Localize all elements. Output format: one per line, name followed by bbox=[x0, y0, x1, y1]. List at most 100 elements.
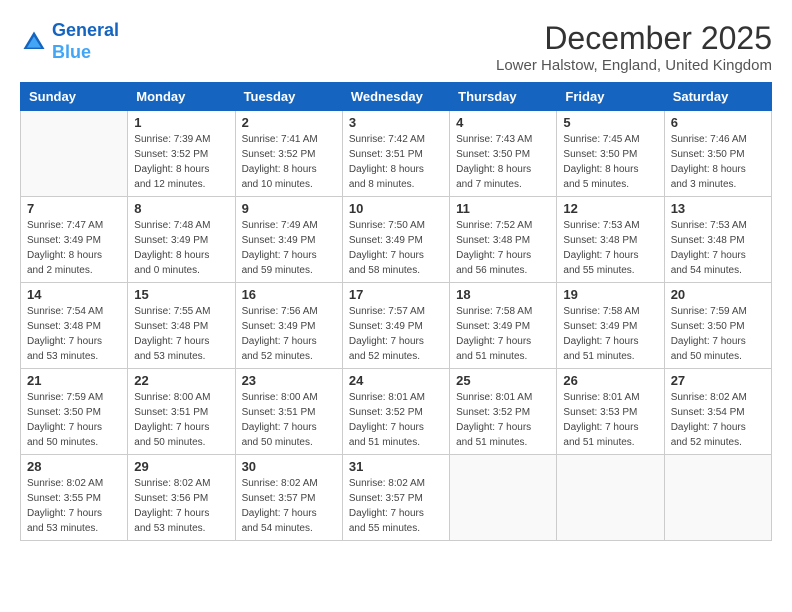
day-info: Sunrise: 7:50 AMSunset: 3:49 PMDaylight:… bbox=[349, 218, 443, 278]
calendar-week-row: 28 Sunrise: 8:02 AMSunset: 3:55 PMDayligh… bbox=[21, 455, 772, 541]
day-number: 20 bbox=[671, 287, 765, 302]
day-info: Sunrise: 7:53 AMSunset: 3:48 PMDaylight:… bbox=[563, 218, 657, 278]
calendar-cell: 15 Sunrise: 7:55 AMSunset: 3:48 PMDayligh… bbox=[128, 283, 235, 369]
day-number: 17 bbox=[349, 287, 443, 302]
calendar-cell: 13 Sunrise: 7:53 AMSunset: 3:48 PMDayligh… bbox=[664, 197, 771, 283]
day-number: 27 bbox=[671, 373, 765, 388]
logo: General Blue bbox=[20, 20, 119, 63]
weekday-header-tuesday: Tuesday bbox=[235, 83, 342, 111]
calendar-cell bbox=[557, 455, 664, 541]
day-info: Sunrise: 7:39 AMSunset: 3:52 PMDaylight:… bbox=[134, 132, 228, 192]
day-info: Sunrise: 7:48 AMSunset: 3:49 PMDaylight:… bbox=[134, 218, 228, 278]
calendar-cell: 8Sunrise: 7:48 AMSunset: 3:49 PMDaylight… bbox=[128, 197, 235, 283]
day-number: 6 bbox=[671, 115, 765, 130]
day-info: Sunrise: 7:56 AMSunset: 3:49 PMDaylight:… bbox=[242, 304, 336, 364]
calendar-cell: 24 Sunrise: 8:01 AMSunset: 3:52 PMDayligh… bbox=[342, 369, 449, 455]
day-number: 7 bbox=[27, 201, 121, 216]
day-info: Sunrise: 7:54 AMSunset: 3:48 PMDaylight:… bbox=[27, 304, 121, 364]
calendar-cell bbox=[664, 455, 771, 541]
calendar-cell: 2 Sunrise: 7:41 AMSunset: 3:52 PMDaylight… bbox=[235, 111, 342, 197]
calendar-cell: 26 Sunrise: 8:01 AMSunset: 3:53 PMDayligh… bbox=[557, 369, 664, 455]
weekday-header-sunday: Sunday bbox=[21, 83, 128, 111]
calendar-week-row: 14 Sunrise: 7:54 AMSunset: 3:48 PMDayligh… bbox=[21, 283, 772, 369]
day-number: 16 bbox=[242, 287, 336, 302]
logo-icon bbox=[20, 28, 48, 56]
day-number: 30 bbox=[242, 459, 336, 474]
calendar-cell: 18 Sunrise: 7:58 AMSunset: 3:49 PMDayligh… bbox=[450, 283, 557, 369]
weekday-header-wednesday: Wednesday bbox=[342, 83, 449, 111]
day-number: 1 bbox=[134, 115, 228, 130]
day-number: 28 bbox=[27, 459, 121, 474]
day-info: Sunrise: 7:42 AMSunset: 3:51 PMDaylight:… bbox=[349, 132, 443, 192]
day-number: 26 bbox=[563, 373, 657, 388]
day-info: Sunrise: 7:53 AMSunset: 3:48 PMDaylight:… bbox=[671, 218, 765, 278]
calendar-week-row: 1 Sunrise: 7:39 AMSunset: 3:52 PMDaylight… bbox=[21, 111, 772, 197]
day-number: 31 bbox=[349, 459, 443, 474]
calendar-cell: 31 Sunrise: 8:02 AMSunset: 3:57 PMDayligh… bbox=[342, 455, 449, 541]
calendar-cell bbox=[450, 455, 557, 541]
day-info: Sunrise: 8:02 AMSunset: 3:54 PMDaylight:… bbox=[671, 390, 765, 450]
day-info: Sunrise: 7:58 AMSunset: 3:49 PMDaylight:… bbox=[456, 304, 550, 364]
logo-blue: Blue bbox=[52, 42, 119, 64]
day-number: 2 bbox=[242, 115, 336, 130]
day-number: 10 bbox=[349, 201, 443, 216]
calendar-cell: 4 Sunrise: 7:43 AMSunset: 3:50 PMDaylight… bbox=[450, 111, 557, 197]
day-number: 18 bbox=[456, 287, 550, 302]
day-number: 15 bbox=[134, 287, 228, 302]
day-number: 19 bbox=[563, 287, 657, 302]
calendar-cell: 17Sunrise: 7:57 AMSunset: 3:49 PMDayligh… bbox=[342, 283, 449, 369]
calendar-cell: 3Sunrise: 7:42 AMSunset: 3:51 PMDaylight… bbox=[342, 111, 449, 197]
weekday-header-thursday: Thursday bbox=[450, 83, 557, 111]
day-number: 9 bbox=[242, 201, 336, 216]
calendar-header-row: SundayMondayTuesdayWednesdayThursdayFrid… bbox=[21, 83, 772, 111]
calendar-cell: 19Sunrise: 7:58 AMSunset: 3:49 PMDayligh… bbox=[557, 283, 664, 369]
calendar-cell: 23 Sunrise: 8:00 AMSunset: 3:51 PMDayligh… bbox=[235, 369, 342, 455]
day-info: Sunrise: 8:02 AMSunset: 3:57 PMDaylight:… bbox=[242, 476, 336, 536]
calendar-cell: 5 Sunrise: 7:45 AMSunset: 3:50 PMDaylight… bbox=[557, 111, 664, 197]
title-area: December 2025 Lower Halstow, England, Un… bbox=[496, 20, 772, 74]
weekday-header-saturday: Saturday bbox=[664, 83, 771, 111]
calendar-cell: 20 Sunrise: 7:59 AMSunset: 3:50 PMDayligh… bbox=[664, 283, 771, 369]
calendar-cell: 7 Sunrise: 7:47 AMSunset: 3:49 PMDaylight… bbox=[21, 197, 128, 283]
day-number: 11 bbox=[456, 201, 550, 216]
day-number: 13 bbox=[671, 201, 765, 216]
calendar-cell: 25Sunrise: 8:01 AMSunset: 3:52 PMDayligh… bbox=[450, 369, 557, 455]
day-info: Sunrise: 8:01 AMSunset: 3:53 PMDaylight:… bbox=[563, 390, 657, 450]
calendar-cell: 11 Sunrise: 7:52 AMSunset: 3:48 PMDayligh… bbox=[450, 197, 557, 283]
day-info: Sunrise: 8:02 AMSunset: 3:57 PMDaylight:… bbox=[349, 476, 443, 536]
calendar-cell: 22Sunrise: 8:00 AMSunset: 3:51 PMDayligh… bbox=[128, 369, 235, 455]
calendar-cell: 27 Sunrise: 8:02 AMSunset: 3:54 PMDayligh… bbox=[664, 369, 771, 455]
calendar-cell: 28 Sunrise: 8:02 AMSunset: 3:55 PMDayligh… bbox=[21, 455, 128, 541]
day-number: 23 bbox=[242, 373, 336, 388]
day-number: 12 bbox=[563, 201, 657, 216]
day-info: Sunrise: 7:46 AMSunset: 3:50 PMDaylight:… bbox=[671, 132, 765, 192]
calendar-cell: 10 Sunrise: 7:50 AMSunset: 3:49 PMDayligh… bbox=[342, 197, 449, 283]
day-info: Sunrise: 7:59 AMSunset: 3:50 PMDaylight:… bbox=[671, 304, 765, 364]
calendar-week-row: 21Sunrise: 7:59 AMSunset: 3:50 PMDayligh… bbox=[21, 369, 772, 455]
day-number: 5 bbox=[563, 115, 657, 130]
calendar-table: SundayMondayTuesdayWednesdayThursdayFrid… bbox=[20, 82, 772, 541]
day-info: Sunrise: 7:55 AMSunset: 3:48 PMDaylight:… bbox=[134, 304, 228, 364]
day-info: Sunrise: 8:01 AMSunset: 3:52 PMDaylight:… bbox=[349, 390, 443, 450]
day-info: Sunrise: 8:02 AMSunset: 3:55 PMDaylight:… bbox=[27, 476, 121, 536]
calendar-cell bbox=[21, 111, 128, 197]
day-number: 29 bbox=[134, 459, 228, 474]
calendar-cell: 30 Sunrise: 8:02 AMSunset: 3:57 PMDayligh… bbox=[235, 455, 342, 541]
day-info: Sunrise: 7:47 AMSunset: 3:49 PMDaylight:… bbox=[27, 218, 121, 278]
calendar-cell: 1 Sunrise: 7:39 AMSunset: 3:52 PMDaylight… bbox=[128, 111, 235, 197]
day-info: Sunrise: 8:00 AMSunset: 3:51 PMDaylight:… bbox=[242, 390, 336, 450]
day-info: Sunrise: 7:43 AMSunset: 3:50 PMDaylight:… bbox=[456, 132, 550, 192]
calendar-cell: 12 Sunrise: 7:53 AMSunset: 3:48 PMDayligh… bbox=[557, 197, 664, 283]
day-number: 22 bbox=[134, 373, 228, 388]
calendar-cell: 21Sunrise: 7:59 AMSunset: 3:50 PMDayligh… bbox=[21, 369, 128, 455]
day-info: Sunrise: 7:52 AMSunset: 3:48 PMDaylight:… bbox=[456, 218, 550, 278]
location-subtitle: Lower Halstow, England, United Kingdom bbox=[496, 57, 772, 74]
logo-general: General bbox=[52, 20, 119, 40]
day-info: Sunrise: 7:41 AMSunset: 3:52 PMDaylight:… bbox=[242, 132, 336, 192]
day-number: 14 bbox=[27, 287, 121, 302]
day-info: Sunrise: 7:45 AMSunset: 3:50 PMDaylight:… bbox=[563, 132, 657, 192]
header: General Blue December 2025 Lower Halstow… bbox=[20, 20, 772, 74]
day-number: 24 bbox=[349, 373, 443, 388]
day-number: 4 bbox=[456, 115, 550, 130]
calendar-cell: 6 Sunrise: 7:46 AMSunset: 3:50 PMDaylight… bbox=[664, 111, 771, 197]
